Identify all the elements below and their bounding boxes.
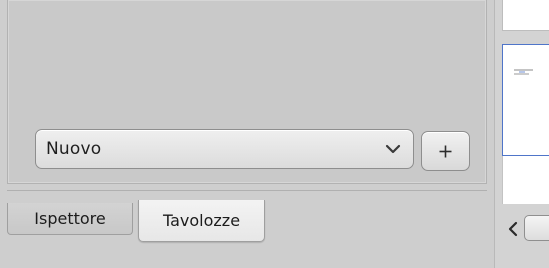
preset-dropdown[interactable]: Nuovo xyxy=(35,129,414,169)
tab-tavolozze-label: Tavolozze xyxy=(162,211,241,230)
chevron-down-icon xyxy=(385,144,401,154)
plus-icon xyxy=(439,145,452,157)
app-window: Nuovo Ispettore Tavolozze xyxy=(0,0,549,268)
preset-dropdown-value: Nuovo xyxy=(46,139,102,159)
add-preset-button[interactable] xyxy=(421,131,470,171)
panel-divider xyxy=(7,190,487,191)
tab-ispettore[interactable]: Ispettore xyxy=(7,203,133,235)
tab-tavolozze[interactable]: Tavolozze xyxy=(138,200,265,242)
preview-canvas xyxy=(502,156,549,204)
horizontal-scrollbar-thumb[interactable] xyxy=(524,215,549,241)
tab-ispettore-label: Ispettore xyxy=(34,209,106,228)
page-thumbnail[interactable] xyxy=(502,44,549,156)
thumbnail-content xyxy=(514,69,533,75)
chevron-left-icon[interactable] xyxy=(506,220,520,238)
preview-top-strip xyxy=(502,0,549,31)
